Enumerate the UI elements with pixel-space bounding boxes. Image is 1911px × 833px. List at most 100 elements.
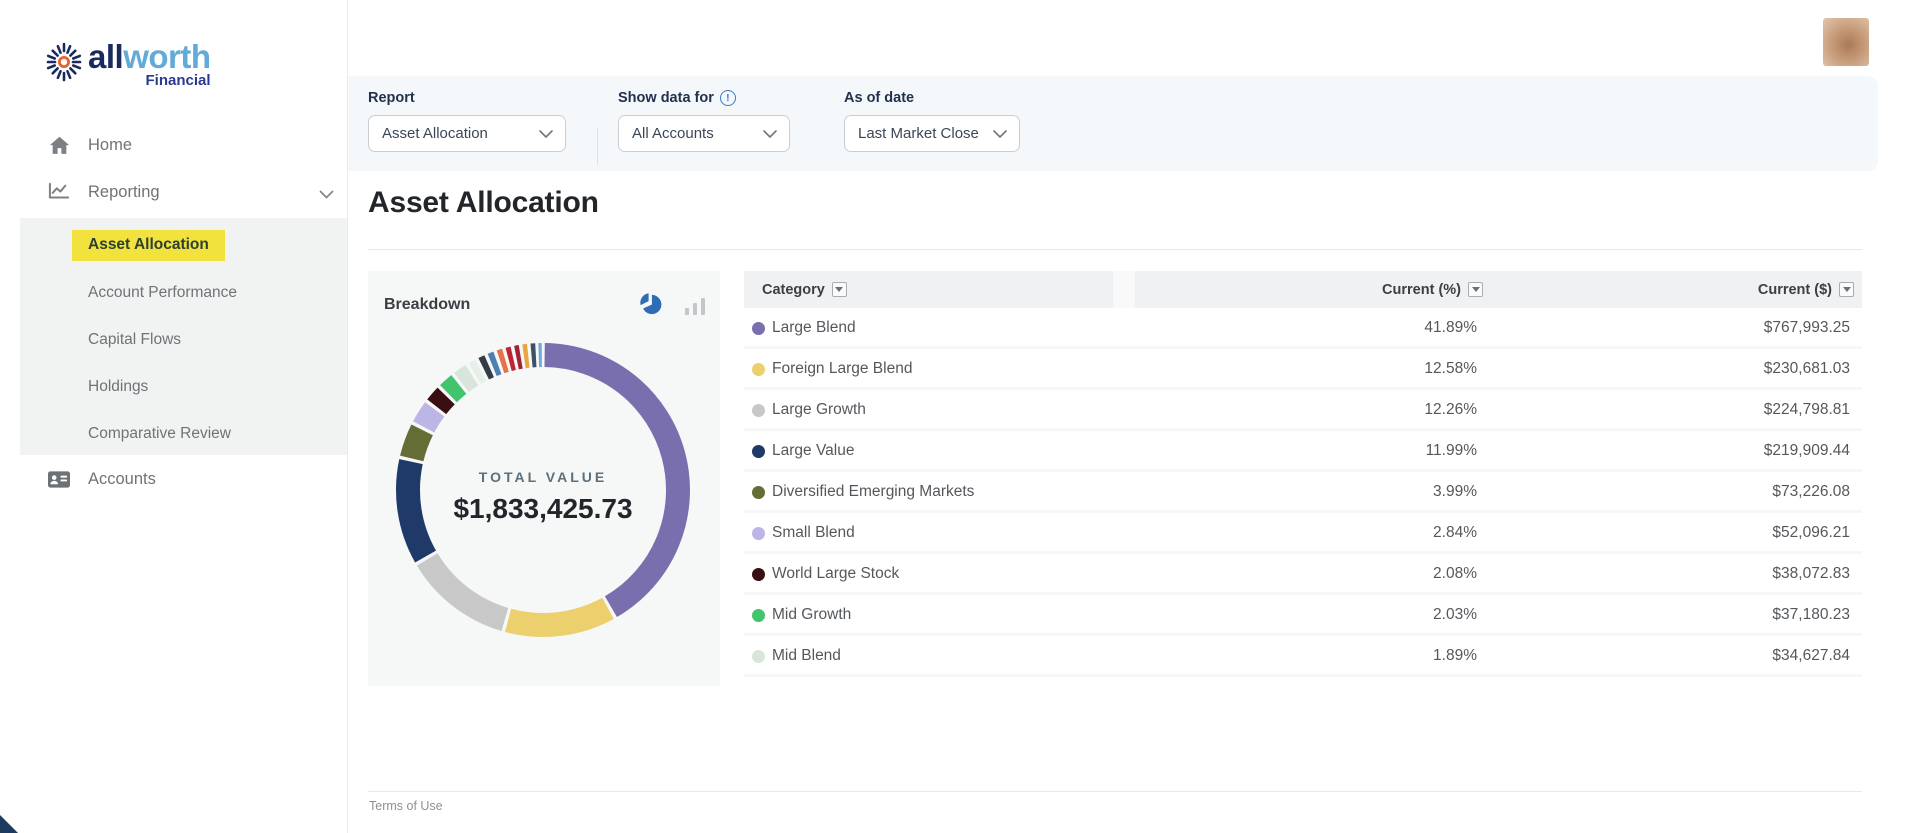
app-window: allworth Financial Home Reporting Asset … <box>0 0 1911 833</box>
category-cell: Foreign Large Blend <box>772 360 913 377</box>
user-avatar[interactable] <box>1823 18 1869 66</box>
current-pct-cell: 11.99% <box>1425 442 1477 459</box>
logo-subtitle: Financial <box>145 72 211 89</box>
column-header-current-usd: Current ($) <box>1758 271 1854 308</box>
category-color-dot <box>752 527 765 540</box>
current-pct-cell: 1.89% <box>1433 647 1477 664</box>
donut-segment <box>468 359 487 384</box>
current-pct-cell: 2.84% <box>1433 524 1477 541</box>
category-cell: Mid Blend <box>772 647 841 664</box>
report-dropdown-value: Asset Allocation <box>382 125 488 142</box>
show-data-for-label: Show data for ! <box>618 90 790 106</box>
logo-text: allworth Financial <box>88 38 211 90</box>
donut-segment <box>427 387 455 415</box>
sidebar-item-account-performance[interactable]: Account Performance <box>20 269 347 316</box>
report-filter-label: Report <box>368 90 415 106</box>
current-usd-cell: $73,226.08 <box>1772 483 1850 500</box>
current-usd-cell: $219,909.44 <box>1763 442 1850 459</box>
chevron-down-icon <box>539 129 553 138</box>
sidebar-item-holdings[interactable]: Holdings <box>20 363 347 410</box>
donut-segment <box>396 459 437 563</box>
current-usd-cell: $230,681.03 <box>1763 360 1850 377</box>
bar-chart-toggle-icon[interactable] <box>684 295 706 315</box>
category-color-dot <box>752 486 765 499</box>
table-row: Mid Growth 2.03% $37,180.23 <box>744 595 1862 636</box>
current-pct-cell: 2.08% <box>1433 565 1477 582</box>
table-row: Large Growth 12.26% $224,798.81 <box>744 390 1862 431</box>
title-divider <box>368 249 1862 250</box>
brand-logo[interactable]: allworth Financial <box>44 40 211 89</box>
sidebar-item-capital-flows[interactable]: Capital Flows <box>20 316 347 363</box>
as-of-date-filter-group: As of date Last Market Close <box>844 90 1020 152</box>
table-row: Large Value 11.99% $219,909.44 <box>744 431 1862 472</box>
footer-divider <box>368 791 1862 792</box>
current-pct-cell: 41.89% <box>1424 319 1477 336</box>
category-cell: Small Blend <box>772 524 855 541</box>
table-header: Category Current (%) Current ($) <box>744 271 1862 308</box>
sidebar-item-reporting[interactable]: Reporting <box>0 175 348 209</box>
filter-icon[interactable] <box>1468 282 1483 297</box>
sidebar: allworth Financial Home Reporting Asset … <box>0 0 348 833</box>
category-cell: World Large Stock <box>772 565 900 582</box>
info-icon[interactable]: ! <box>719 90 736 106</box>
sidebar-item-label: Home <box>88 135 133 154</box>
table-row: World Large Stock 2.08% $38,072.83 <box>744 554 1862 595</box>
chevron-down-icon[interactable] <box>319 186 334 204</box>
donut-svg <box>396 343 690 637</box>
chevron-down-icon <box>763 129 777 138</box>
table-row: Large Blend 41.89% $767,993.25 <box>744 308 1862 349</box>
donut-segment <box>544 343 690 618</box>
page-title: Asset Allocation <box>368 186 599 219</box>
category-color-dot <box>752 445 765 458</box>
filter-bar: Report Asset Allocation Show data for ! … <box>348 76 1878 171</box>
category-cell: Large Value <box>772 442 855 459</box>
current-usd-cell: $37,180.23 <box>1772 606 1850 623</box>
donut-segment <box>413 402 445 433</box>
donut-segment <box>514 345 523 370</box>
asset-allocation-donut-chart: TOTAL VALUE $1,833,425.73 <box>393 340 693 640</box>
show-data-for-dropdown[interactable]: All Accounts <box>618 115 790 152</box>
id-card-icon <box>48 468 70 490</box>
main-content: Report Asset Allocation Show data for ! … <box>348 0 1911 833</box>
donut-segment <box>504 597 614 637</box>
category-cell: Diversified Emerging Markets <box>772 483 975 500</box>
donut-segment <box>478 355 494 380</box>
sidebar-item-asset-allocation[interactable]: Asset Allocation <box>20 222 347 269</box>
as-of-date-label: As of date <box>844 90 915 106</box>
filter-icon[interactable] <box>1839 282 1854 297</box>
chart-line-icon <box>48 181 70 203</box>
report-dropdown[interactable]: Asset Allocation <box>368 115 566 152</box>
logo-starburst-icon <box>46 42 82 82</box>
filter-divider <box>597 128 598 165</box>
donut-segment <box>416 552 509 632</box>
sidebar-item-accounts[interactable]: Accounts <box>0 462 348 496</box>
breakdown-card: Breakdown TOTAL VALUE $1,833,425.73 <box>368 271 720 686</box>
report-filter-group: Report Asset Allocation <box>368 90 566 152</box>
sidebar-item-label: Reporting <box>88 182 160 201</box>
reporting-submenu: Asset Allocation Account Performance Cap… <box>20 218 347 455</box>
donut-segment <box>522 343 530 369</box>
current-usd-cell: $224,798.81 <box>1763 401 1850 418</box>
category-cell: Mid Growth <box>772 606 852 623</box>
allocation-table: Category Current (%) Current ($) Large B… <box>744 271 1862 686</box>
current-usd-cell: $38,072.83 <box>1772 565 1850 582</box>
filter-icon[interactable] <box>831 282 847 297</box>
sidebar-item-comparative-review[interactable]: Comparative Review <box>20 410 347 457</box>
as-of-date-dropdown[interactable]: Last Market Close <box>844 115 1020 152</box>
logo-wordmark: allworth <box>88 38 211 75</box>
table-body: Large Blend 41.89% $767,993.25 Foreign Larg… <box>744 308 1862 677</box>
category-color-dot <box>752 650 765 663</box>
current-usd-cell: $34,627.84 <box>1772 647 1850 664</box>
current-pct-cell: 12.26% <box>1424 401 1477 418</box>
current-usd-cell: $767,993.25 <box>1763 319 1850 336</box>
donut-segment <box>487 351 502 377</box>
pie-chart-toggle-icon[interactable] <box>639 293 662 316</box>
current-pct-cell: 12.58% <box>1424 360 1477 377</box>
terms-of-use-link[interactable]: Terms of Use <box>369 799 443 813</box>
donut-segment <box>496 348 509 374</box>
table-row: Foreign Large Blend 12.58% $230,681.03 <box>744 349 1862 390</box>
active-submenu-label: Asset Allocation <box>72 230 225 261</box>
show-data-for-value: All Accounts <box>632 125 714 142</box>
current-pct-cell: 3.99% <box>1433 483 1477 500</box>
sidebar-item-home[interactable]: Home <box>0 128 348 162</box>
